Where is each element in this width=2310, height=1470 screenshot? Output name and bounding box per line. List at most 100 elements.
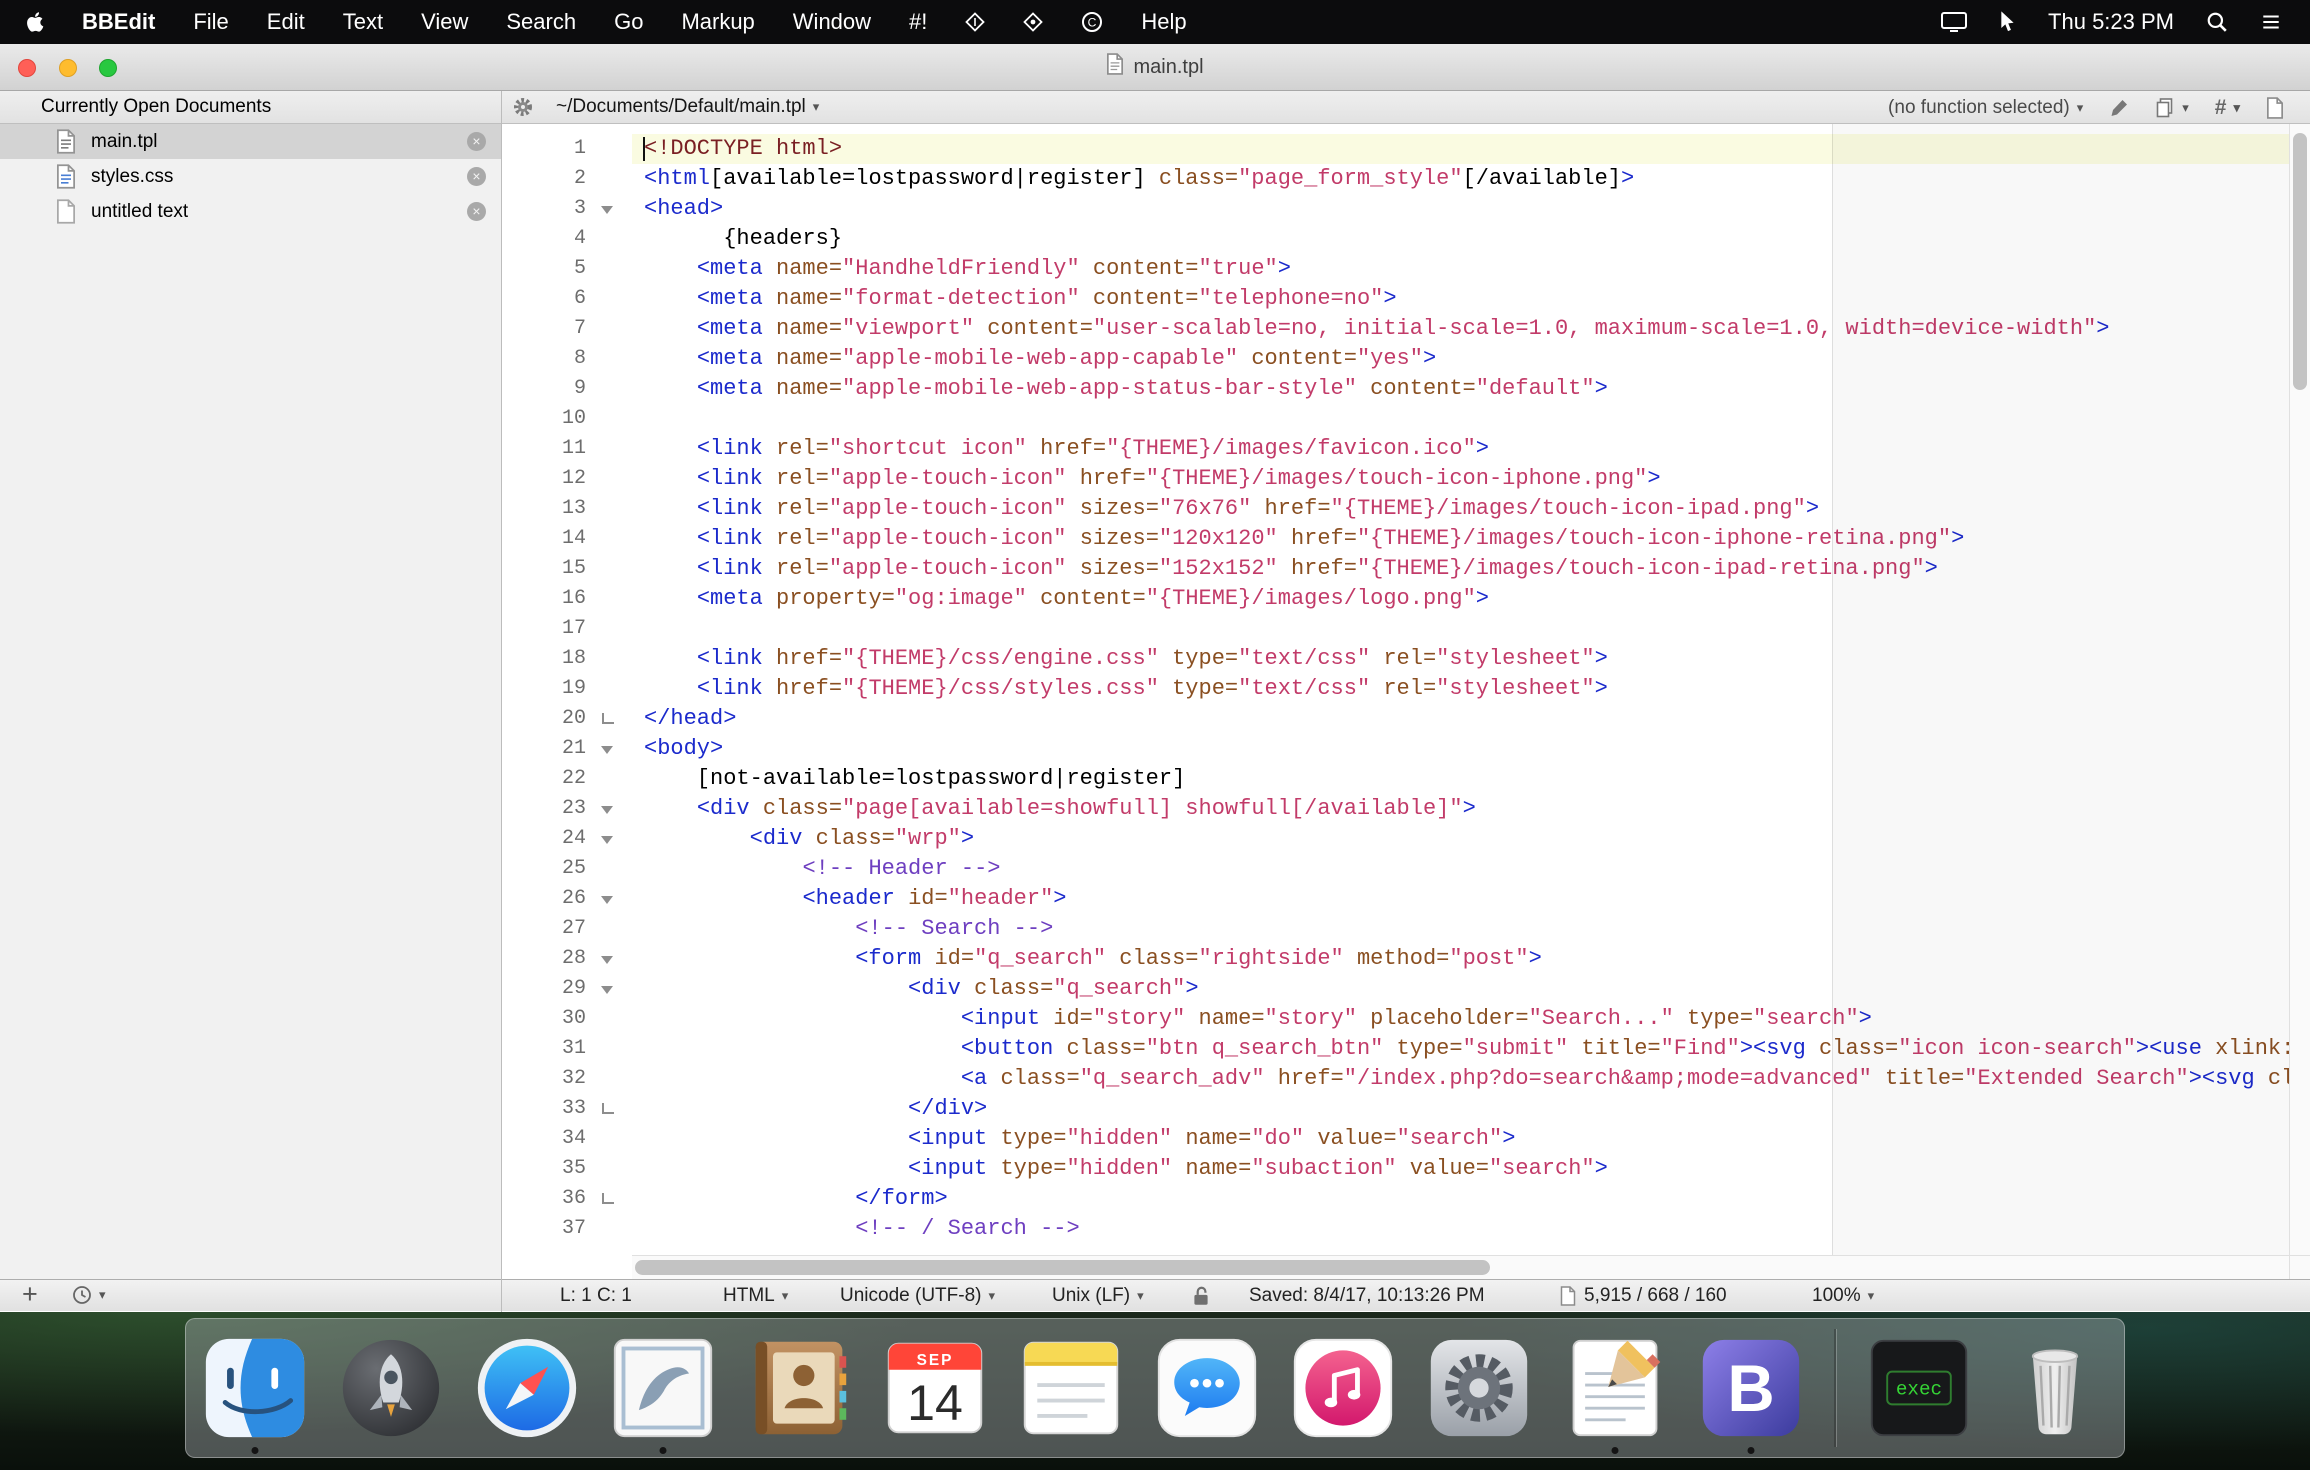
code-line[interactable]: 20</head> <box>502 704 2289 734</box>
file-path-menu[interactable]: ~/Documents/Default/main.tpl <box>556 91 819 123</box>
menu-search[interactable]: Search <box>487 0 595 44</box>
code-line[interactable]: 19 <link href="{THEME}/css/styles.css" t… <box>502 674 2289 704</box>
code-line[interactable]: 12 <link rel="apple-touch-icon" href="{T… <box>502 464 2289 494</box>
add-document-button[interactable]: + <box>22 1280 38 1309</box>
code-line[interactable]: 7 <meta name="viewport" content="user-sc… <box>502 314 2289 344</box>
code-line[interactable]: 17 <box>502 614 2289 644</box>
fold-marker[interactable] <box>598 884 620 914</box>
clippings-menu-icon[interactable]: C <box>1062 11 1122 33</box>
code-line[interactable]: 1<!DOCTYPE html> <box>502 134 2289 164</box>
code-line[interactable]: 5 <meta name="HandheldFriendly" content=… <box>502 254 2289 284</box>
sidebar-document[interactable]: untitled text× <box>0 194 501 229</box>
dock-item-contacts[interactable] <box>746 1335 852 1441</box>
fold-marker[interactable] <box>598 1094 620 1124</box>
encoding-menu[interactable]: Unicode (UTF-8) <box>840 1280 995 1311</box>
vertical-scrollbar-thumb[interactable] <box>2293 133 2307 390</box>
dock-item-system-preferences[interactable] <box>1426 1335 1532 1441</box>
fold-marker[interactable] <box>598 794 620 824</box>
sidebar-document[interactable]: main.tpl× <box>0 124 501 159</box>
pencil-icon[interactable] <box>2109 98 2129 118</box>
fold-marker[interactable] <box>598 194 620 224</box>
zoom-menu[interactable]: 100% <box>1812 1280 1874 1311</box>
sidebar-document[interactable]: styles.css× <box>0 159 501 194</box>
horizontal-scrollbar[interactable] <box>632 1255 2289 1279</box>
code-line[interactable]: 18 <link href="{THEME}/css/engine.css" t… <box>502 644 2289 674</box>
code-line[interactable]: 34 <input type="hidden" name="do" value=… <box>502 1124 2289 1154</box>
text-factory-menu-icon[interactable] <box>1004 12 1062 32</box>
code-line[interactable]: 15 <link rel="apple-touch-icon" sizes="1… <box>502 554 2289 584</box>
menu-bbedit[interactable]: BBEdit <box>63 0 174 44</box>
code-line[interactable]: 23 <div class="page[available=showfull] … <box>502 794 2289 824</box>
dock-item-trash[interactable] <box>2002 1335 2108 1441</box>
sidebar-divider[interactable] <box>501 91 502 1312</box>
dock-item-mail[interactable] <box>610 1335 716 1441</box>
code-line[interactable]: 13 <link rel="apple-touch-icon" sizes="7… <box>502 494 2289 524</box>
dock-item-itunes[interactable] <box>1290 1335 1396 1441</box>
code-line[interactable]: 37 <!-- / Search --> <box>502 1214 2289 1244</box>
vertical-scrollbar[interactable] <box>2289 124 2310 1255</box>
close-document-icon[interactable]: × <box>467 132 486 151</box>
fold-marker[interactable] <box>598 1184 620 1214</box>
menu-window[interactable]: Window <box>774 0 890 44</box>
code-line[interactable]: 25 <!-- Header --> <box>502 854 2289 884</box>
code-line[interactable]: 36 </form> <box>502 1184 2289 1214</box>
code-line[interactable]: 26 <header id="header"> <box>502 884 2289 914</box>
dock-item-launchpad[interactable] <box>338 1335 444 1441</box>
menu-text[interactable]: Text <box>324 0 402 44</box>
code-line[interactable]: 28 <form id="q_search" class="rightside"… <box>502 944 2289 974</box>
minimize-window-button[interactable] <box>59 59 77 77</box>
function-menu[interactable]: (no function selected) <box>1888 97 2083 119</box>
editor-lines[interactable]: 1<!DOCTYPE html>2<html[available=lostpas… <box>502 134 2289 1255</box>
code-line[interactable]: 24 <div class="wrp"> <box>502 824 2289 854</box>
code-line[interactable]: 10 <box>502 404 2289 434</box>
code-line[interactable]: 11 <link rel="shortcut icon" href="{THEM… <box>502 434 2289 464</box>
code-line[interactable]: 22 [not-available=lostpassword|register] <box>502 764 2289 794</box>
close-window-button[interactable] <box>18 59 36 77</box>
code-line[interactable]: 35 <input type="hidden" name="subaction"… <box>502 1154 2289 1184</box>
code-line[interactable]: 14 <link rel="apple-touch-icon" sizes="1… <box>502 524 2289 554</box>
apple-menu-icon[interactable] <box>0 11 63 33</box>
recent-documents-menu-icon[interactable] <box>72 1285 106 1305</box>
fold-marker[interactable] <box>598 944 620 974</box>
code-line[interactable]: 29 <div class="q_search"> <box>502 974 2289 1004</box>
dock-item-textedit[interactable] <box>1562 1335 1668 1441</box>
markers-menu-icon[interactable]: # <box>2215 96 2240 120</box>
document-options-icon[interactable] <box>2266 97 2284 119</box>
code-line[interactable]: 4 {headers} <box>502 224 2289 254</box>
code-line[interactable]: 33 </div> <box>502 1094 2289 1124</box>
menu-help[interactable]: Help <box>1122 0 1205 44</box>
fold-marker[interactable] <box>598 824 620 854</box>
counterparts-menu-icon[interactable] <box>2155 97 2189 119</box>
code-line[interactable]: 31 <button class="btn q_search_btn" type… <box>502 1034 2289 1064</box>
horizontal-scrollbar-thumb[interactable] <box>635 1260 1490 1275</box>
code-line[interactable]: 32 <a class="q_search_adv" href="/index.… <box>502 1064 2289 1094</box>
menu-markup[interactable]: Markup <box>662 0 773 44</box>
code-line[interactable]: 16 <meta property="og:image" content="{T… <box>502 584 2289 614</box>
code-line[interactable]: 8 <meta name="apple-mobile-web-app-capab… <box>502 344 2289 374</box>
display-menu-icon[interactable] <box>1940 10 1968 34</box>
code-line[interactable]: 30 <input id="story" name="story" placeh… <box>502 1004 2289 1034</box>
script-menu-icon[interactable] <box>946 12 1004 32</box>
dock-item-terminal[interactable]: exec <box>1866 1335 1972 1441</box>
menu-go[interactable]: Go <box>595 0 662 44</box>
fold-marker[interactable] <box>598 704 620 734</box>
dock-item-calendar[interactable]: SEP14 <box>882 1335 988 1441</box>
dock-item-bbedit[interactable]: B <box>1698 1335 1804 1441</box>
spotlight-icon[interactable] <box>2206 11 2228 33</box>
language-menu[interactable]: HTML <box>723 1280 788 1311</box>
menu-edit[interactable]: Edit <box>248 0 324 44</box>
fold-marker[interactable] <box>598 734 620 764</box>
code-line[interactable]: 27 <!-- Search --> <box>502 914 2289 944</box>
menu-shebang[interactable]: #! <box>890 0 946 44</box>
code-line[interactable]: 6 <meta name="format-detection" content=… <box>502 284 2289 314</box>
pointer-menu-icon[interactable] <box>2000 11 2016 33</box>
zoom-window-button[interactable] <box>99 59 117 77</box>
menu-file[interactable]: File <box>174 0 247 44</box>
close-document-icon[interactable]: × <box>467 202 486 221</box>
code-line[interactable]: 21<body> <box>502 734 2289 764</box>
gear-menu-icon[interactable] <box>512 96 534 123</box>
dock-item-notes[interactable] <box>1018 1335 1124 1441</box>
dock-item-finder[interactable] <box>202 1335 308 1441</box>
fold-marker[interactable] <box>598 974 620 1004</box>
lock-icon[interactable] <box>1192 1280 1210 1311</box>
